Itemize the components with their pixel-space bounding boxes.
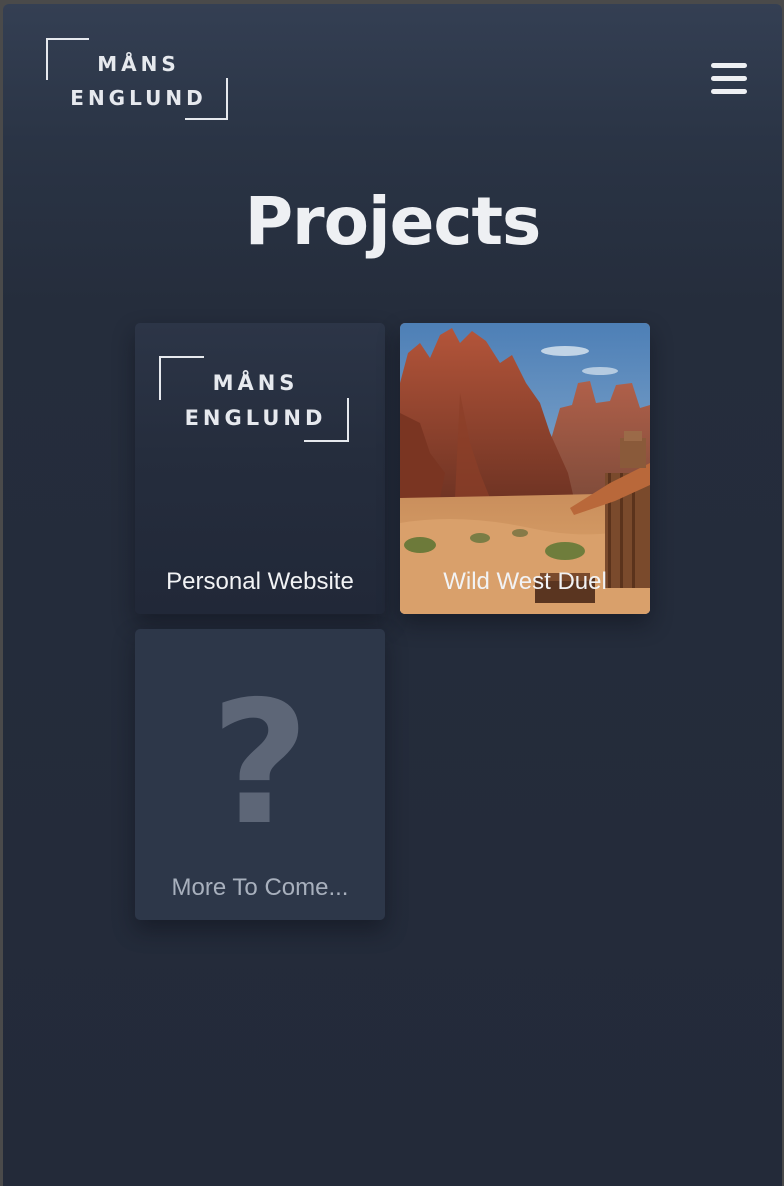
menu-bar [711,76,747,81]
project-card-label: Wild West Duel [443,568,607,595]
menu-bar [711,89,747,94]
logo-text-line2: ENGLUND [70,86,207,110]
project-card-more-to-come[interactable]: ? More To Come... [135,629,385,920]
question-mark-icon: ? [210,665,310,863]
logo-text-line1: MÅNS [97,52,180,76]
project-card-label: Personal Website [166,568,354,595]
thumbnail-logo-line2: ENGLUND [184,406,327,430]
personal-website-logo-thumbnail: MÅNS ENGLUND [159,356,349,442]
menu-bar [711,63,747,68]
project-card-personal-website[interactable]: MÅNS ENGLUND Personal Website [135,323,385,614]
site-logo[interactable]: MÅNS ENGLUND [46,38,228,120]
project-card-label: More To Come... [171,874,349,901]
app-frame: MÅNS ENGLUND Projects MÅNS ENGLUND Perso… [3,4,782,1186]
project-card-wild-west-duel[interactable]: Wild West Duel [400,323,650,614]
page-title: Projects [244,183,542,260]
hamburger-menu-icon[interactable] [709,60,749,96]
thumbnail-logo-line1: MÅNS [212,371,299,395]
